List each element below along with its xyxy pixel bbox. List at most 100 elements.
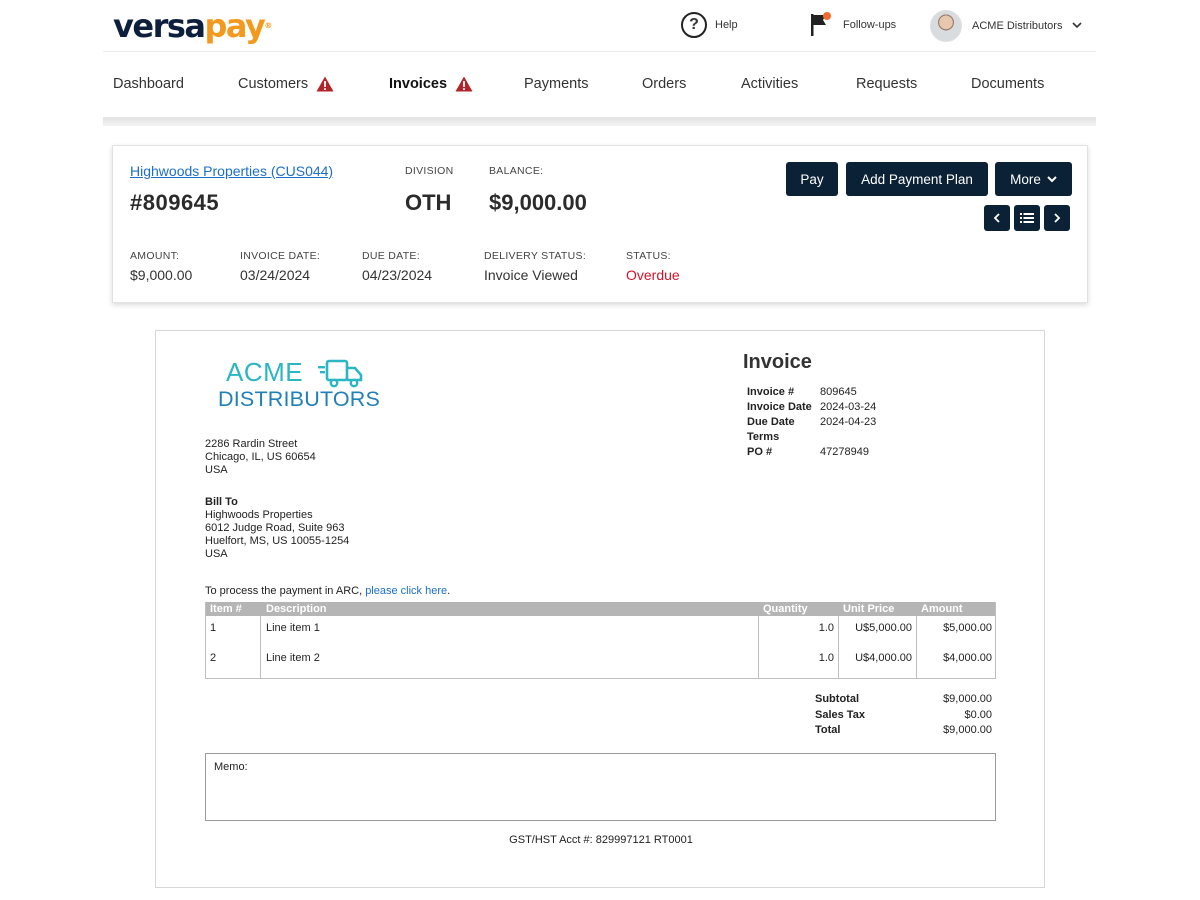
amount-value: $9,000.00 xyxy=(130,267,193,283)
address-line: 2286 Rardin Street xyxy=(205,438,298,450)
meta-row: Invoice Date 2024-03-24 xyxy=(747,400,876,415)
user-name: ACME Distributors xyxy=(972,20,1063,32)
nav-label: Customers xyxy=(238,76,309,92)
balance-value: $9,000.00 xyxy=(489,190,587,215)
add-payment-plan-button[interactable]: Add Payment Plan xyxy=(846,162,988,196)
truck-icon xyxy=(318,359,363,388)
invoice-number: #809645 xyxy=(130,190,220,215)
column-divider xyxy=(260,616,261,678)
totals-key: Sales Tax xyxy=(815,708,865,721)
top-bar: versapay® ? Help Follow-ups ACME Distrib… xyxy=(103,0,1096,52)
warning-icon xyxy=(455,76,473,92)
followups-link[interactable]: Follow-ups xyxy=(809,12,896,38)
column-header-quantity: Quantity xyxy=(763,603,808,615)
invoice-list-button[interactable] xyxy=(1014,205,1040,231)
nav-label: Documents xyxy=(971,76,1045,92)
bill-to-line: Huelfort, MS, US 10055-1254 xyxy=(205,535,350,547)
payment-link[interactable]: please click here xyxy=(365,585,447,597)
cell-item: 1 xyxy=(210,622,217,634)
nav-orders[interactable]: Orders xyxy=(642,76,686,92)
status-label: STATUS: xyxy=(626,250,671,262)
meta-row: PO # 47278949 xyxy=(747,445,876,460)
logo-part1: versa xyxy=(113,7,206,45)
chevron-left-icon xyxy=(993,213,1000,223)
payment-instruction-text: To process the payment in ARC, xyxy=(205,585,366,597)
bill-to-line: USA xyxy=(205,548,228,560)
customer-link[interactable]: Highwoods Properties (CUS044) xyxy=(130,163,333,179)
nav-dashboard[interactable]: Dashboard xyxy=(113,76,184,92)
acme-logo-line1: ACME xyxy=(226,357,304,387)
table-header: Item # Description Quantity Unit Price A… xyxy=(206,602,995,616)
previous-invoice-button[interactable] xyxy=(984,205,1010,231)
logo-mark: ® xyxy=(264,21,273,30)
cell-unit-price: U$5,000.00 xyxy=(855,622,912,634)
nav-requests[interactable]: Requests xyxy=(856,76,917,92)
meta-row: Due Date 2024-04-23 xyxy=(747,415,876,430)
payment-instruction: To process the payment in ARC, please cl… xyxy=(205,585,450,597)
invoice-document: ACME DISTRIBUTORS 2286 Rardin Street Chi… xyxy=(155,330,1045,888)
invoice-meta: Invoice # 809645 Invoice Date 2024-03-24 D… xyxy=(747,385,876,460)
delivery-status-value: Invoice Viewed xyxy=(484,267,578,283)
nav-invoices[interactable]: Invoices xyxy=(389,76,473,92)
meta-key: Invoice # xyxy=(747,386,795,398)
nav-customers[interactable]: Customers xyxy=(238,76,334,92)
help-link[interactable]: ? Help xyxy=(681,12,738,38)
totals-value: $9,000.00 xyxy=(943,724,992,736)
cell-description: Line item 2 xyxy=(266,652,320,664)
nav-activities[interactable]: Activities xyxy=(741,76,798,92)
versapay-logo[interactable]: versapay® xyxy=(113,6,272,46)
totals-row: Total $9,000.00 xyxy=(815,723,992,739)
nav-label: Requests xyxy=(856,76,918,92)
column-divider xyxy=(838,616,839,678)
meta-key: Invoice Date xyxy=(747,401,812,413)
cell-item: 2 xyxy=(210,652,217,664)
chevron-right-icon xyxy=(1054,213,1061,223)
meta-value: 2024-03-24 xyxy=(820,401,877,413)
help-label: Help xyxy=(715,19,738,31)
avatar xyxy=(930,10,962,42)
nav-payments[interactable]: Payments xyxy=(524,76,588,92)
warning-icon xyxy=(316,76,334,92)
app-shell: versapay® ? Help Follow-ups ACME Distrib… xyxy=(103,0,1096,126)
division-value: OTH xyxy=(405,190,452,215)
more-label: More xyxy=(1010,171,1041,187)
chevron-down-icon xyxy=(1047,176,1057,183)
main-nav: Dashboard Customers Invoices Payments Or… xyxy=(103,52,1096,118)
help-icon: ? xyxy=(681,12,707,38)
acme-logo-line2: DISTRIBUTORS xyxy=(218,387,381,411)
more-button[interactable]: More xyxy=(995,162,1072,196)
cell-quantity: 1.0 xyxy=(818,622,834,634)
list-icon xyxy=(1020,213,1034,223)
meta-key: Terms xyxy=(747,431,780,443)
nav-documents[interactable]: Documents xyxy=(971,76,1044,92)
cell-unit-price: U$4,000.00 xyxy=(855,652,912,664)
delivery-status-label: DELIVERY STATUS: xyxy=(484,250,587,262)
status-badge: Overdue xyxy=(626,267,680,283)
payment-instruction-suffix: . xyxy=(447,585,451,597)
gst-account-line: GST/HST Acct #: 829997121 RT0001 xyxy=(509,834,693,846)
flag-icon xyxy=(809,12,833,38)
cell-description: Line item 1 xyxy=(266,622,320,634)
from-address: 2286 Rardin Street Chicago, IL, US 60654… xyxy=(205,438,316,477)
meta-row: Invoice # 809645 xyxy=(747,385,876,400)
chevron-down-icon xyxy=(1072,21,1083,32)
document-title: Invoice xyxy=(743,351,812,373)
column-divider xyxy=(916,616,917,678)
next-invoice-button[interactable] xyxy=(1044,205,1070,231)
totals-value: $9,000.00 xyxy=(943,693,992,705)
cell-amount: $4,000.00 xyxy=(943,652,992,664)
invoice-summary-card: Highwoods Properties (CUS044) #809645 DI… xyxy=(112,145,1088,303)
pay-button[interactable]: Pay xyxy=(786,162,838,196)
nav-label: Orders xyxy=(642,76,687,92)
totals-key: Subtotal xyxy=(815,693,859,705)
totals-row: Sales Tax $0.00 xyxy=(815,708,992,724)
memo-label: Memo: xyxy=(214,761,248,773)
bill-to-line: 6012 Judge Road, Suite 963 xyxy=(205,522,345,534)
line-items-table: Item # Description Quantity Unit Price A… xyxy=(205,602,996,679)
user-menu[interactable]: ACME Distributors xyxy=(930,10,1083,42)
meta-value: 47278949 xyxy=(820,446,869,458)
nav-label: Activities xyxy=(741,76,799,92)
nav-label: Payments xyxy=(524,76,589,92)
nav-shadow xyxy=(103,118,1096,126)
address-line: USA xyxy=(205,464,228,476)
